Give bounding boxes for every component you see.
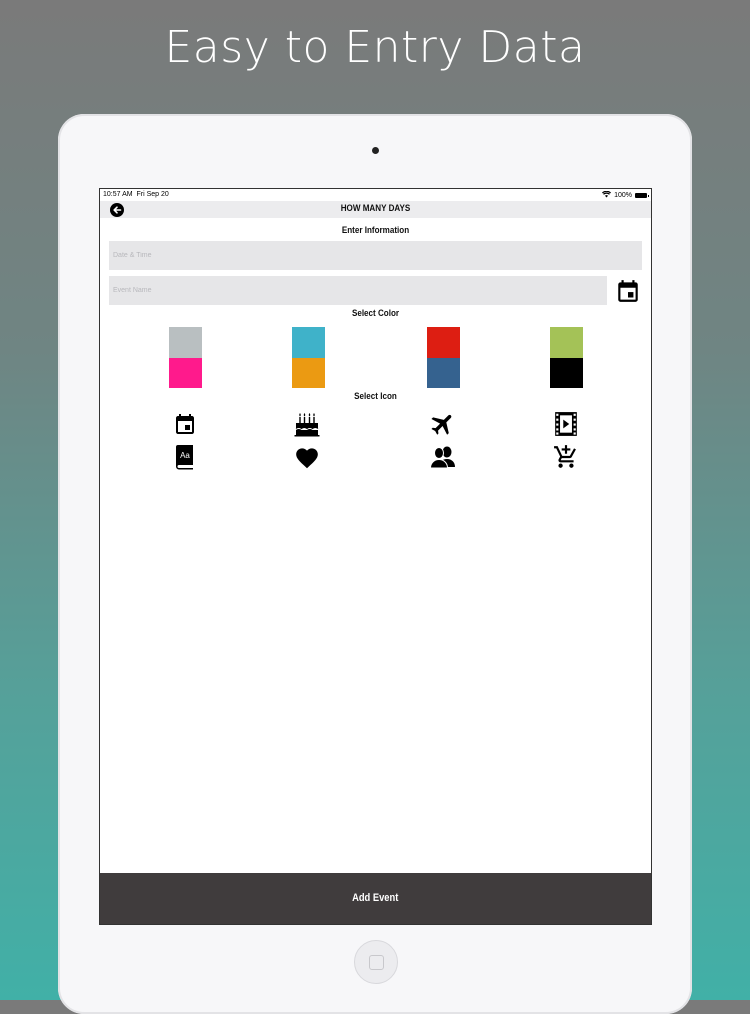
- icon-option-airplane[interactable]: [429, 410, 457, 438]
- heart-icon: [296, 448, 318, 469]
- swatch-1-bottom: [169, 357, 202, 388]
- calendar-picker-button[interactable]: [615, 278, 641, 304]
- movie-icon: [555, 412, 577, 436]
- swatch-2-top: [292, 327, 325, 358]
- back-arrow-icon: [113, 205, 122, 214]
- camera-dot: [372, 147, 379, 154]
- icon-option-birthday[interactable]: [293, 410, 321, 438]
- battery-icon: [635, 193, 649, 198]
- enter-information-label: Enter Information: [341, 225, 410, 236]
- nav-title: HOW MANY DAYS: [340, 203, 411, 214]
- nav-bar: HOW MANY DAYS: [100, 201, 651, 218]
- swatch-4-bottom: [550, 357, 583, 388]
- swatch-4-top: [550, 327, 583, 358]
- book-icon: Aa: [176, 445, 193, 470]
- icon-option-add-cart[interactable]: [552, 443, 580, 471]
- calendar-icon: [618, 280, 638, 302]
- icon-option-book[interactable]: Aa: [171, 443, 199, 471]
- select-icon-label: Select Icon: [354, 391, 397, 402]
- date-time-field[interactable]: [109, 241, 642, 270]
- airplane-icon: [431, 414, 452, 435]
- status-time: 10:57 AM: [103, 191, 133, 198]
- headline: Easy to Entry Data: [164, 22, 586, 73]
- add-event-label: Add Event: [352, 892, 399, 904]
- status-right: 100%: [602, 190, 649, 200]
- home-square-icon: [369, 955, 384, 970]
- color-swatch-2[interactable]: [292, 327, 325, 388]
- swatch-1-top: [169, 327, 202, 358]
- swatch-3-bottom: [427, 357, 460, 388]
- color-swatch-3[interactable]: [427, 327, 460, 388]
- swatch-2-bottom: [292, 357, 325, 388]
- battery-percent: 100%: [614, 192, 632, 199]
- event-name-field[interactable]: [109, 276, 607, 305]
- status-bar: 10:57 AM Fri Sep 20 100%: [100, 189, 651, 201]
- svg-text:Aa: Aa: [180, 451, 190, 460]
- back-button[interactable]: [110, 202, 124, 217]
- icon-option-heart[interactable]: [293, 443, 321, 471]
- app-screen: 10:57 AM Fri Sep 20 100% HOW MANY DAYS E…: [99, 188, 652, 925]
- birthday-cake-icon: [294, 413, 320, 437]
- color-swatch-1[interactable]: [169, 327, 202, 388]
- select-color-label: Select Color: [351, 308, 400, 319]
- status-left: 10:57 AM Fri Sep 20: [103, 191, 169, 198]
- icon-option-people[interactable]: [429, 443, 457, 471]
- icon-option-movie[interactable]: [552, 410, 580, 438]
- status-date: Fri Sep 20: [136, 191, 169, 198]
- home-button[interactable]: [354, 940, 398, 984]
- wifi-icon: [602, 190, 612, 200]
- swatch-3-top: [427, 327, 460, 358]
- people-icon: [429, 446, 455, 469]
- icon-option-calendar[interactable]: [171, 410, 199, 438]
- calendar-icon: [176, 414, 194, 434]
- add-cart-icon: [554, 445, 576, 468]
- color-swatch-4[interactable]: [550, 327, 583, 388]
- add-event-button[interactable]: Add Event: [100, 873, 651, 924]
